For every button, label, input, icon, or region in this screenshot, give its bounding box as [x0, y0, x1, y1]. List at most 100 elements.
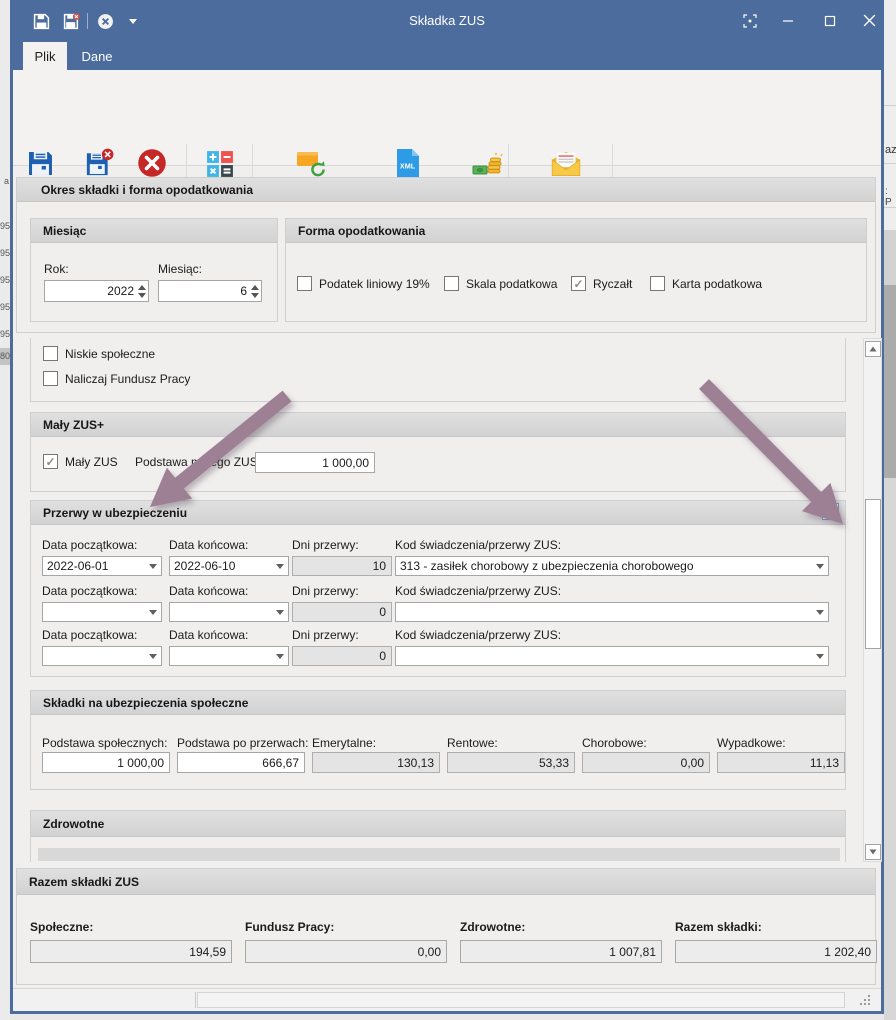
emerytalne-input: 130,13 [312, 752, 440, 773]
maximize-button[interactable] [815, 8, 845, 34]
spinner-arrows-icon[interactable] [138, 285, 146, 298]
bg-fragment: 95 [0, 221, 10, 231]
bg-fragment: 95 [0, 275, 10, 285]
checkbox-maly-zus[interactable]: ✓ [43, 454, 58, 469]
dni-przerwy-label: Dni przerwy: [292, 584, 359, 598]
chorobowe-input: 0,00 [582, 752, 710, 773]
chevron-down-icon [149, 654, 157, 659]
cancel-icon[interactable] [94, 10, 116, 32]
group-skladki-header: Składki na ubezpieczenia społeczne [31, 691, 845, 715]
data-poczatkowa-combo-2[interactable] [42, 602, 162, 622]
bg-selected-row: 80 [0, 348, 10, 365]
rentowe-label: Rentowe: [447, 736, 498, 750]
checkbox-karta-podatkowa[interactable] [650, 276, 665, 291]
data-koncowa-label: Data końcowa: [169, 538, 248, 552]
data-koncowa-combo-3[interactable] [169, 646, 289, 666]
kod-swiadczenia-combo-2[interactable] [395, 602, 829, 622]
scroll-down-button[interactable] [865, 844, 881, 860]
podstawa-spolecznych-input[interactable]: 1 000,00 [42, 752, 170, 773]
chevron-down-icon [276, 610, 284, 615]
checkbox-podatek-liniowy[interactable] [297, 276, 312, 291]
zdrowotne-subheader-partial [38, 848, 840, 861]
bg-fragment: 95 [0, 329, 10, 339]
data-koncowa-label: Data końcowa: [169, 584, 248, 598]
qat-dropdown-icon[interactable] [122, 10, 144, 32]
fundusz-pracy-total-label: Fundusz Pracy: [245, 920, 334, 934]
przerwy-collapse-button[interactable] [822, 503, 839, 520]
miesiac-spinner[interactable]: 6 [158, 280, 262, 302]
rok-spinner[interactable]: 2022 [44, 280, 149, 302]
spinner-arrows-icon[interactable] [251, 285, 259, 298]
minimize-button[interactable] [773, 8, 803, 34]
ribbon: Zapisz Zapisz i zamknij Anuluj i zamknij… [13, 70, 881, 166]
focus-mode-icon[interactable] [735, 8, 765, 34]
triangle-up-icon [869, 346, 877, 352]
chevron-down-icon [149, 564, 157, 569]
tab-plik[interactable]: Plik [23, 42, 67, 70]
chevron-down-icon [276, 564, 284, 569]
emerytalne-label: Emerytalne: [312, 736, 376, 750]
cancel-icon [120, 144, 184, 178]
checkbox-skala-podatkowa-label: Skala podatkowa [466, 277, 557, 291]
data-koncowa-combo-1[interactable]: 2022-06-10 [169, 556, 289, 576]
bg-fragment: 95 [0, 248, 10, 258]
kod-swiadczenia-label: Kod świadczenia/przerwy ZUS: [395, 538, 561, 552]
triangle-down-icon [869, 849, 877, 855]
save-close-icon[interactable] [60, 10, 82, 32]
checkbox-naliczaj-fundusz[interactable] [43, 371, 58, 386]
vertical-scrollbar[interactable] [863, 338, 882, 862]
close-button[interactable] [854, 7, 884, 33]
xml-file-icon: XML [365, 144, 451, 178]
app-root: a 95 95 95 95 95 80 az : P Składka ZUS [0, 0, 896, 1020]
chorobowe-label: Chorobowe: [582, 736, 647, 750]
bg-fragment: 95 [0, 302, 10, 312]
checkbox-maly-zus-label: Mały ZUS [65, 455, 118, 469]
scroll-up-button[interactable] [865, 341, 881, 357]
data-koncowa-label: Data końcowa: [169, 628, 248, 642]
checkbox-skala-podatkowa[interactable] [444, 276, 459, 291]
dni-przerwy-input-3: 0 [292, 646, 392, 666]
podstawa-po-przerwach-input[interactable]: 666,67 [177, 752, 305, 773]
data-poczatkowa-combo-1[interactable]: 2022-06-01 [42, 556, 162, 576]
kod-swiadczenia-label: Kod świadczenia/przerwy ZUS: [395, 628, 561, 642]
wypadkowe-label: Wypadkowe: [717, 736, 786, 750]
group-okres-header: Okres składki i forma opodatkowania [17, 178, 875, 202]
qat-separator [87, 13, 88, 29]
chevron-up-icon [826, 508, 835, 515]
chevron-down-icon [276, 654, 284, 659]
save-icon[interactable] [30, 10, 52, 32]
background-window-left-strip: a 95 95 95 95 95 80 [0, 0, 10, 1020]
resize-grip[interactable] [858, 993, 872, 1012]
save-icon [16, 144, 64, 178]
checkbox-ryczalt[interactable]: ✓ [571, 276, 586, 291]
bg-fragment: az [885, 144, 896, 156]
scrollbar-thumb[interactable] [865, 499, 881, 649]
kod-swiadczenia-label: Kod świadczenia/przerwy ZUS: [395, 584, 561, 598]
kod-swiadczenia-combo-3[interactable] [395, 646, 829, 666]
chevron-down-icon [149, 610, 157, 615]
checkbox-niskie-spoleczne[interactable] [43, 346, 58, 361]
data-poczatkowa-combo-3[interactable] [42, 646, 162, 666]
chevron-down-icon [816, 654, 824, 659]
data-koncowa-combo-2[interactable] [169, 602, 289, 622]
ribbon-tab-row: Plik Dane [13, 42, 881, 70]
tab-dane[interactable]: Dane [71, 42, 123, 70]
wypadkowe-input: 11,13 [717, 752, 845, 773]
data-poczatkowa-label: Data początkowa: [42, 584, 137, 598]
group-forma: Forma opodatkowania [285, 218, 867, 322]
status-separator [195, 992, 196, 1008]
kod-swiadczenia-combo-1[interactable]: 313 - zasiłek chorobowy z ubezpieczenia … [395, 556, 829, 576]
status-panel [197, 992, 845, 1008]
group-forma-header: Forma opodatkowania [286, 219, 866, 243]
podstawa-malego-zus-input[interactable]: 1 000,00 [255, 452, 375, 473]
dni-przerwy-input-2: 0 [292, 602, 392, 622]
group-maly-zus-header: Mały ZUS+ [31, 413, 845, 437]
svg-text:XML: XML [400, 162, 416, 171]
group-przerwy-header: Przerwy w ubezpieczeniu [31, 501, 845, 525]
money-transfer-icon [457, 144, 519, 178]
background-window-right-strip: az : P [884, 0, 896, 1020]
chevron-down-icon [816, 610, 824, 615]
title-bar: Składka ZUS [10, 0, 884, 42]
bg-fragment: a [4, 176, 9, 186]
dni-przerwy-label: Dni przerwy: [292, 538, 359, 552]
